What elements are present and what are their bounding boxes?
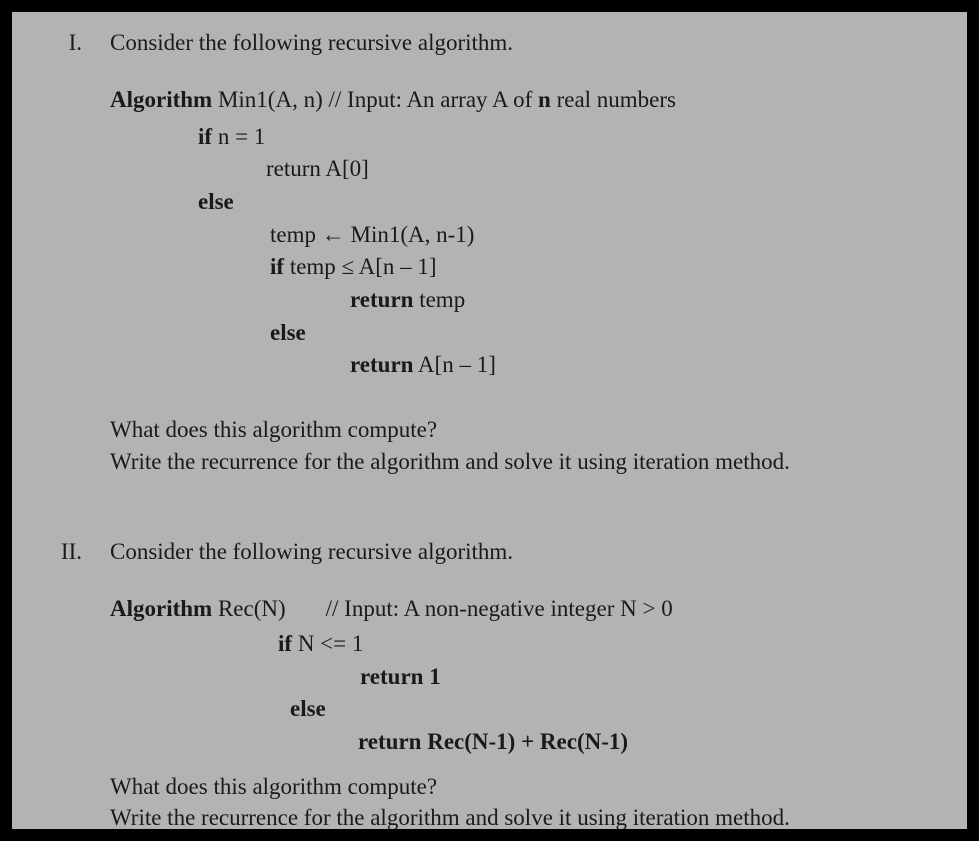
- q2-line-return1: return 1: [110, 661, 937, 694]
- document-page: I. Consider the following recursive algo…: [12, 12, 967, 829]
- q1-algorithm: Algorithm Min1(A, n) // Input: An array …: [110, 84, 937, 382]
- q1-line-else2: else: [110, 317, 937, 350]
- q2-alg-name: Rec(N): [212, 596, 285, 621]
- q1-prompts: What does this algorithm compute? Write …: [110, 414, 937, 477]
- q1-temp-assign: temp ← Min1(A, n-1): [270, 222, 474, 247]
- q1-alg-comment: // Input: An array A of: [329, 87, 539, 112]
- q1-iftemp-cond: temp ≤ A[n – 1]: [284, 254, 437, 279]
- q2-intro: Consider the following recursive algorit…: [110, 539, 937, 565]
- q1-line-if-temp: if temp ≤ A[n – 1]: [110, 251, 937, 284]
- q1-line-return-a0: return A[0]: [110, 153, 937, 186]
- q1-iftemp-kw: if: [270, 254, 284, 279]
- q2-retrec-val: Rec(N-1) + Rec(N-1): [421, 729, 628, 754]
- q1-alg-comment-tail: real numbers: [551, 87, 676, 112]
- q1-rettemp-val: temp: [413, 287, 465, 312]
- q1-body: Consider the following recursive algorit…: [110, 30, 937, 477]
- q1-number: I.: [42, 30, 82, 477]
- q2-ask-2: Write the recurrence for the algorithm a…: [110, 802, 937, 829]
- q1-retan1-kw: return: [350, 352, 413, 377]
- q2-ret1-kw: return 1: [360, 664, 441, 689]
- q2-body: Consider the following recursive algorit…: [110, 539, 937, 829]
- q2-if-kw: if: [278, 631, 292, 656]
- q1-alg-name: Min1(A, n): [212, 87, 328, 112]
- q2-else-kw: else: [290, 696, 326, 721]
- q1-line-return-temp: return temp: [110, 284, 937, 317]
- q1-else2-kw: else: [270, 320, 306, 345]
- q2-line-if: if N <= 1: [110, 628, 937, 661]
- q1-alg-header: Algorithm Min1(A, n) // Input: An array …: [110, 84, 937, 117]
- q2-if-cond: N <= 1: [292, 631, 363, 656]
- q2-ask-1: What does this algorithm compute?: [110, 771, 937, 803]
- q2-retrec-kw: return: [358, 729, 421, 754]
- q1-alg-keyword: Algorithm: [110, 87, 212, 112]
- q2-prompts: What does this algorithm compute? Write …: [110, 771, 937, 829]
- q2-line-else: else: [110, 693, 937, 726]
- q1-ask-1: What does this algorithm compute?: [110, 414, 937, 446]
- q2-line-return-rec: return Rec(N-1) + Rec(N-1): [110, 726, 937, 759]
- q1-line-temp: temp ← Min1(A, n-1): [110, 219, 937, 252]
- q1-if-kw: if: [198, 124, 212, 149]
- q1-return-a0: return A[0]: [266, 156, 369, 181]
- q1-line-return-an1: return A[n – 1]: [110, 349, 937, 382]
- q2-alg-keyword: Algorithm: [110, 596, 212, 621]
- q2-number: II.: [42, 539, 82, 829]
- q1-rettemp-kw: return: [350, 287, 413, 312]
- q1-if-cond: n = 1: [212, 124, 265, 149]
- q2-alg-comment: // Input: A non-negative integer N > 0: [326, 596, 673, 621]
- question-1: I. Consider the following recursive algo…: [42, 30, 937, 477]
- q1-retan1-val: A[n – 1]: [413, 352, 495, 377]
- q1-line-else: else: [110, 186, 937, 219]
- q1-alg-comment-n: n: [538, 87, 551, 112]
- q2-alg-header: Algorithm Rec(N) // Input: A non-negative…: [110, 593, 937, 626]
- q2-algorithm: Algorithm Rec(N) // Input: A non-negative…: [110, 593, 937, 758]
- q1-else-kw: else: [198, 189, 234, 214]
- q1-intro: Consider the following recursive algorit…: [110, 30, 937, 56]
- question-2: II. Consider the following recursive alg…: [42, 539, 937, 829]
- q1-ask-2: Write the recurrence for the algorithm a…: [110, 446, 937, 478]
- q1-line-if: if n = 1: [110, 121, 937, 154]
